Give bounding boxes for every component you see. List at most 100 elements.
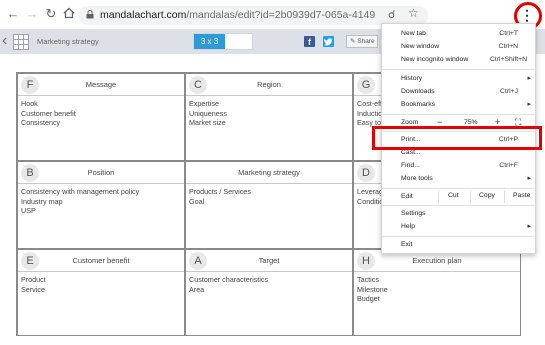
cell-items: Hook Customer benefit Consistency <box>21 99 76 128</box>
cell-title: Marketing strategy <box>238 168 300 177</box>
menu-downloads[interactable]: Downloads Ctrl+J <box>382 86 535 98</box>
cell-item: Uniqueness <box>189 108 227 118</box>
cell-items: Tactics Milestone Budget <box>357 275 388 304</box>
menu-divider <box>382 69 535 70</box>
cell-title: Position <box>87 168 115 177</box>
cell-item: Consistency <box>21 118 61 127</box>
cell-letter-badge: G <box>357 76 375 94</box>
cell-item: Industry map <box>21 196 63 206</box>
back-arrow-icon[interactable]: ← <box>6 7 20 21</box>
cell-header: E Customer benefit <box>18 250 184 272</box>
menu-new-window[interactable]: New window Ctrl+N <box>382 41 535 53</box>
facebook-icon[interactable]: f <box>304 36 315 47</box>
cell-items: Product Service <box>21 275 46 294</box>
cell-item: Products / Services <box>189 187 251 196</box>
menu-label: New incognito window <box>401 56 469 63</box>
bookmark-star-icon[interactable]: ☆ <box>408 6 419 20</box>
address-bar[interactable]: mandalachart.com/mandalas/edit?id=2b0939… <box>78 6 428 25</box>
cell-title: Customer benefit <box>72 256 130 265</box>
menu-shortcut: Ctrl+J <box>500 88 518 95</box>
grid-size-3x3[interactable]: 3 x 3 <box>194 34 225 49</box>
zoom-level: 75% <box>464 119 478 126</box>
cell-e[interactable]: E Customer benefit Product Service <box>17 249 185 336</box>
menu-shortcut: Ctrl+Shift+N <box>489 56 527 63</box>
menu-find[interactable]: Find... Ctrl+F <box>382 160 535 172</box>
cell-title: Execution plan <box>412 256 462 265</box>
cell-center[interactable]: Marketing strategy Products / Services G… <box>185 161 353 249</box>
menu-divider <box>382 114 535 115</box>
cell-items: Customer characteristics Area <box>189 275 268 294</box>
cell-item: Hook <box>21 99 38 108</box>
menu-new-incognito[interactable]: New incognito window Ctrl+Shift+N <box>382 54 535 66</box>
menu-history[interactable]: History ▸ <box>382 73 535 85</box>
twitter-icon[interactable] <box>323 36 334 47</box>
menu-label: Bookmarks <box>401 101 435 108</box>
menu-help[interactable]: Help ▸ <box>382 221 535 233</box>
cell-a[interactable]: A Target Customer characteristics Area <box>185 249 353 336</box>
cell-c[interactable]: C Region Expertise Uniqueness Market siz… <box>185 73 353 161</box>
menu-divider <box>382 205 535 206</box>
cell-item: Area <box>189 284 205 294</box>
cell-letter-badge: D <box>357 164 375 182</box>
menu-label: Exit <box>401 241 413 248</box>
cell-title: Message <box>85 80 117 89</box>
cell-header: A Target <box>186 250 352 272</box>
reload-icon[interactable]: ↻ <box>44 7 58 21</box>
url-text: mandalachart.com/mandalas/edit?id=2b0939… <box>100 9 375 21</box>
cell-item: Budget <box>357 294 380 303</box>
menu-edit: Edit Cut Copy Paste <box>382 191 535 203</box>
cell-item: Service <box>21 284 45 294</box>
menu-label: New tab <box>401 30 426 37</box>
submenu-arrow-icon: ▸ <box>527 175 531 182</box>
cell-item: Goal <box>189 196 205 206</box>
cell-item: Customer characteristics <box>189 275 269 284</box>
lock-icon <box>86 10 94 19</box>
cell-header: Marketing strategy <box>186 162 352 184</box>
print-highlight-box <box>372 126 542 150</box>
menu-bookmarks[interactable]: Bookmarks ▸ <box>382 99 535 111</box>
cell-item: Market size <box>189 118 226 127</box>
edit-divider <box>504 191 505 203</box>
back-chevron-icon[interactable]: ‹ <box>2 32 7 50</box>
menu-shortcut: Ctrl+T <box>499 30 518 37</box>
menu-exit[interactable]: Exit <box>382 239 535 251</box>
cell-item: Consistency with management policy <box>21 187 140 196</box>
home-icon[interactable] <box>62 7 76 21</box>
cell-header: F Message <box>18 74 184 96</box>
url-domain: mandalachart.com <box>100 9 187 21</box>
zoom-indicator-icon[interactable]: ☌ <box>388 8 395 21</box>
menu-divider <box>382 188 535 189</box>
cell-title: Region <box>257 80 281 89</box>
edit-divider <box>470 191 471 203</box>
copy-button[interactable]: Copy <box>479 192 495 199</box>
forward-arrow-icon[interactable]: → <box>25 7 39 21</box>
cell-item: Tactics <box>357 275 379 284</box>
cell-item: Customer benefit <box>21 108 76 118</box>
menu-settings[interactable]: Settings <box>382 208 535 220</box>
mandala-title[interactable]: Marketing strategy <box>37 37 99 46</box>
menu-shortcut: Ctrl+N <box>498 43 518 50</box>
share-button[interactable]: ✎ Share <box>346 35 378 48</box>
cell-item: Product <box>21 275 46 284</box>
cell-header: B Position <box>18 162 184 184</box>
cell-h[interactable]: H Execution plan Tactics Milestone Budge… <box>353 249 521 336</box>
menu-new-tab[interactable]: New tab Ctrl+T <box>382 28 535 40</box>
cell-f[interactable]: F Message Hook Customer benefit Consiste… <box>17 73 185 161</box>
menu-label: More tools <box>401 175 433 182</box>
cell-items: Expertise Uniqueness Market size <box>189 99 227 128</box>
menu-label: Downloads <box>401 88 435 95</box>
paste-button[interactable]: Paste <box>513 192 530 199</box>
menu-more-tools[interactable]: More tools ▸ <box>382 173 535 185</box>
submenu-arrow-icon: ▸ <box>527 223 531 230</box>
app-logo-icon <box>13 34 29 50</box>
share-label: Share <box>357 38 375 45</box>
cut-button[interactable]: Cut <box>448 192 459 199</box>
menu-divider <box>382 236 535 237</box>
grid-size-toggle[interactable]: 3 x 3 <box>193 33 253 50</box>
cell-item: USP <box>21 206 36 215</box>
menu-label: Settings <box>401 210 426 217</box>
menu-shortcut: Ctrl+F <box>499 162 518 169</box>
url-path: /mandalas/edit?id=2b0939d7-065a-4149 <box>186 9 376 21</box>
cell-b[interactable]: B Position Consistency with management p… <box>17 161 185 249</box>
submenu-arrow-icon: ▸ <box>527 101 531 108</box>
